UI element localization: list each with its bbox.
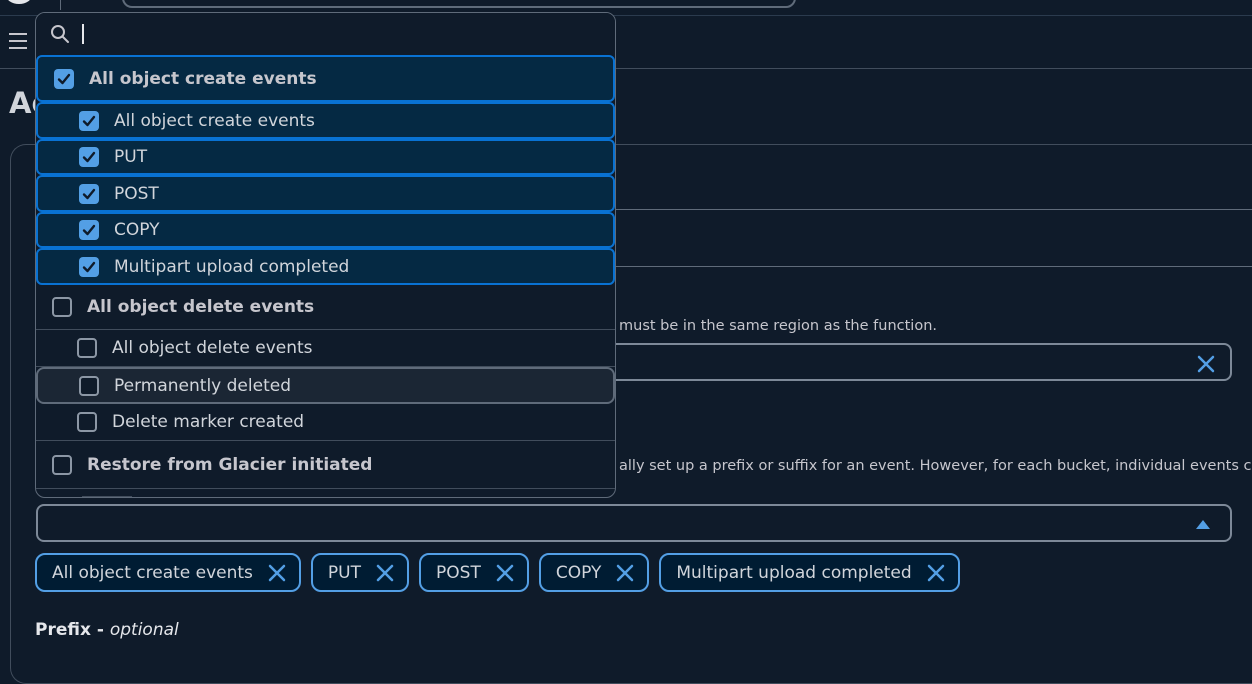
- region-description: must be in the same region as the functi…: [619, 318, 937, 334]
- option-label: All object delete events: [87, 297, 315, 317]
- token-label: COPY: [555, 562, 602, 583]
- option-item[interactable]: All object create events: [36, 102, 615, 139]
- next-option-edge: [82, 496, 132, 497]
- event-types-multiselect[interactable]: [36, 504, 1232, 542]
- token: All object create events: [35, 553, 301, 592]
- dropdown-search-input[interactable]: [36, 13, 615, 55]
- remove-token-icon[interactable]: [495, 563, 515, 583]
- checkbox-checked-icon[interactable]: [79, 256, 99, 277]
- option-label: All object create events: [89, 68, 317, 89]
- hamburger-menu-icon[interactable]: [9, 33, 27, 51]
- clear-icon[interactable]: [1196, 354, 1216, 374]
- token: Multipart upload completed: [659, 553, 960, 592]
- option-item[interactable]: Permanently deleted: [36, 367, 615, 404]
- search-icon: [51, 25, 69, 43]
- event-types-dropdown: All object create events All object creat…: [35, 12, 616, 498]
- option-item[interactable]: POST: [36, 175, 615, 212]
- divider: [616, 209, 1252, 210]
- option-label: PUT: [114, 147, 148, 167]
- checkbox-checked-icon[interactable]: [79, 147, 99, 167]
- divider: [60, 0, 61, 10]
- checkbox-unchecked-icon[interactable]: [77, 338, 97, 358]
- aws-logo[interactable]: [6, 0, 32, 4]
- option-item[interactable]: COPY: [36, 212, 615, 248]
- option-item[interactable]: Delete marker created: [36, 404, 615, 441]
- prefix-label: Prefix - optional: [35, 620, 179, 640]
- option-label: Delete marker created: [112, 412, 305, 432]
- token-label: All object create events: [52, 562, 253, 583]
- remove-token-icon[interactable]: [267, 563, 287, 583]
- token-label: PUT: [327, 562, 362, 583]
- remove-token-icon[interactable]: [926, 563, 946, 583]
- option-label: Multipart upload completed: [114, 256, 350, 277]
- caret-up-icon: [1196, 520, 1210, 529]
- checkbox-unchecked-icon[interactable]: [79, 375, 99, 396]
- divider: [616, 266, 1252, 267]
- prefix-suffix-description: ally set up a prefix or suffix for an ev…: [619, 458, 1252, 474]
- checkbox-unchecked-icon[interactable]: [52, 297, 72, 317]
- text-caret: [82, 24, 84, 44]
- checkbox-checked-icon[interactable]: [79, 220, 99, 240]
- option-item[interactable]: All object delete events: [36, 330, 615, 367]
- option-item[interactable]: PUT: [36, 139, 615, 175]
- selected-event-tokens: All object create events PUT POST COPY M…: [35, 553, 960, 592]
- checkbox-unchecked-icon[interactable]: [52, 454, 72, 475]
- remove-token-icon[interactable]: [615, 563, 635, 583]
- option-item[interactable]: Multipart upload completed: [36, 248, 615, 285]
- token: POST: [419, 553, 529, 592]
- checkbox-checked-icon[interactable]: [79, 110, 99, 131]
- checkbox-checked-icon[interactable]: [79, 183, 99, 204]
- remove-token-icon[interactable]: [375, 563, 395, 583]
- option-label: Restore from Glacier initiated: [87, 454, 373, 475]
- option-label: All object delete events: [112, 338, 313, 358]
- checkbox-checked-icon[interactable]: [54, 68, 74, 89]
- token-label: Multipart upload completed: [676, 562, 912, 583]
- option-label: Permanently deleted: [114, 375, 291, 396]
- checkbox-unchecked-icon[interactable]: [77, 412, 97, 432]
- token: COPY: [538, 553, 650, 592]
- option-group[interactable]: All object create events: [36, 55, 615, 102]
- option-group[interactable]: Restore from Glacier initiated: [36, 441, 615, 489]
- option-label: POST: [114, 183, 159, 204]
- option-label: COPY: [114, 220, 160, 240]
- token: PUT: [310, 553, 410, 592]
- option-label: All object create events: [114, 110, 315, 131]
- token-label: POST: [436, 562, 481, 583]
- global-search-input[interactable]: [122, 0, 796, 8]
- option-group[interactable]: All object delete events: [36, 285, 615, 330]
